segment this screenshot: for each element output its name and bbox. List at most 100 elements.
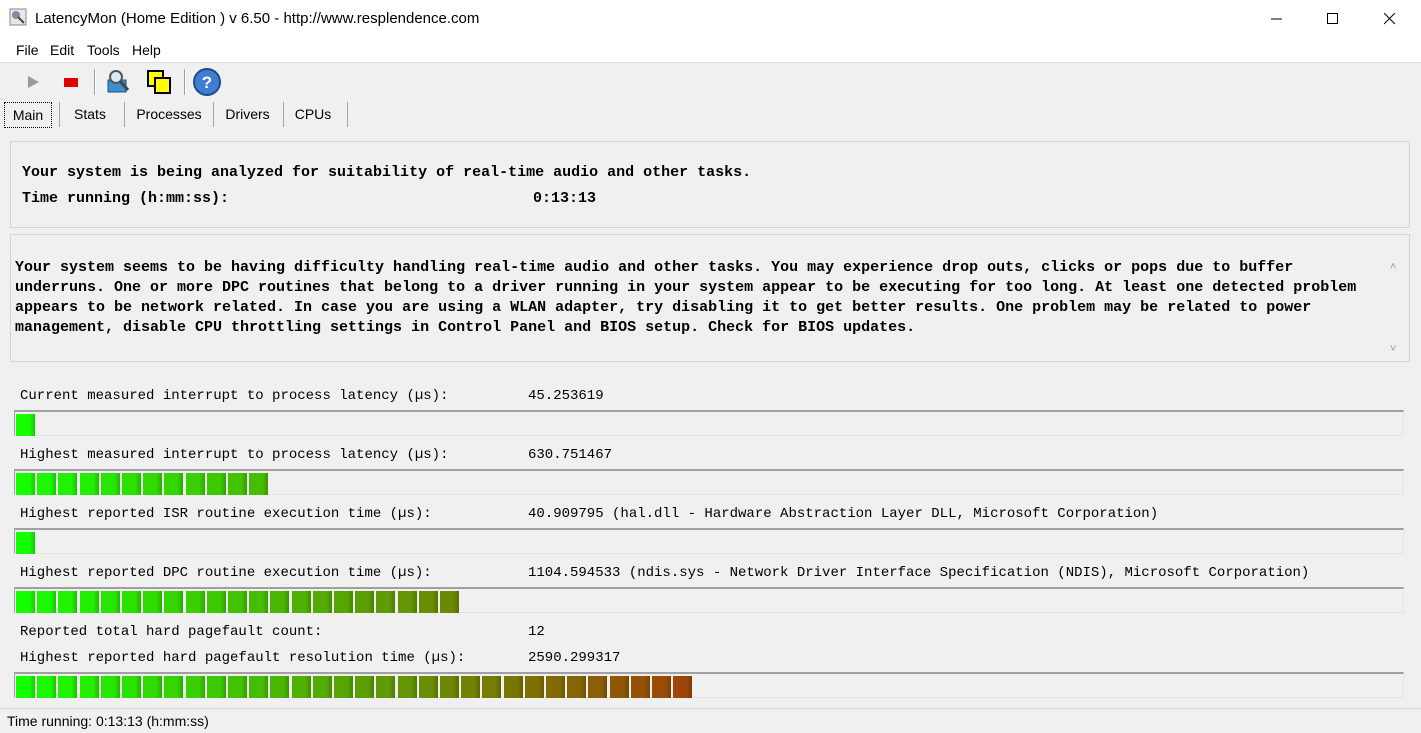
bar-segment (249, 676, 269, 698)
menu-bar: File Edit Tools Help (0, 37, 1421, 63)
bar-segment (228, 473, 247, 495)
window-title: LatencyMon (Home Edition ) v 6.50 - http… (35, 10, 480, 27)
bar-segment (397, 591, 417, 613)
help-icon: ? (193, 68, 221, 96)
start-button[interactable] (18, 67, 48, 97)
bar-segment (270, 676, 290, 698)
bar-segment (291, 591, 311, 613)
close-icon (1384, 12, 1396, 24)
app-icon[interactable] (9, 8, 27, 26)
pagefault-time-value: 2590.299317 (528, 650, 621, 666)
bar-segment (143, 591, 163, 613)
bar-segment (334, 591, 353, 613)
close-button[interactable] (1363, 0, 1417, 37)
menu-file[interactable]: File (16, 42, 39, 58)
bar-segment (588, 676, 608, 698)
bar-segment (440, 676, 459, 698)
bar-segment (37, 676, 57, 698)
bar-segment (16, 473, 35, 495)
bar-segment (609, 676, 629, 698)
bar-segment (122, 676, 141, 698)
latency-bar (14, 587, 1404, 613)
bar-segment (397, 676, 417, 698)
bar-segment (334, 676, 353, 698)
scroll-up-icon[interactable]: ˄ (1390, 261, 1396, 273)
bar-segment (249, 591, 269, 613)
latency-bar (14, 469, 1404, 495)
highest-latency-value: 630.751467 (528, 447, 613, 463)
bar-segment (461, 676, 481, 698)
driver-search-icon (107, 70, 130, 93)
bar-segment (122, 591, 141, 613)
play-icon (28, 76, 39, 88)
bar-segment (440, 591, 459, 613)
tab-separator (124, 102, 125, 127)
cpu-windows-icon (147, 70, 171, 94)
tab-stats[interactable]: Stats (66, 102, 114, 126)
bar-segment (482, 676, 502, 698)
toolbar-separator (94, 69, 96, 95)
menu-tools[interactable]: Tools (87, 42, 120, 58)
bar-segment (37, 473, 57, 495)
bar-segment (355, 676, 375, 698)
tab-strip: Main Stats Processes Drivers CPUs (0, 100, 1421, 130)
tab-drivers[interactable]: Drivers (219, 102, 276, 126)
bar-segment (164, 676, 184, 698)
bar-segment (143, 676, 163, 698)
latency-bar (14, 528, 1404, 554)
maximize-button[interactable] (1306, 0, 1360, 37)
minimize-icon (1271, 18, 1282, 19)
stop-button[interactable] (56, 67, 86, 97)
bar-segment (355, 591, 375, 613)
tab-separator (59, 102, 60, 127)
message-panel: Your system seems to be having difficult… (10, 234, 1410, 362)
cpu-windows-button[interactable] (144, 67, 174, 97)
bar-segment (418, 676, 438, 698)
bar-segment (16, 532, 35, 554)
driver-search-button[interactable] (103, 67, 133, 97)
isr-time-label: Highest reported ISR routine execution t… (20, 506, 432, 522)
menu-help[interactable]: Help (132, 42, 161, 58)
bar-segment (418, 591, 438, 613)
title-bar: LatencyMon (Home Edition ) v 6.50 - http… (0, 0, 1421, 37)
bar-segment (291, 676, 311, 698)
tab-main[interactable]: Main (4, 102, 52, 128)
bar-segment (206, 591, 226, 613)
bar-segment (58, 473, 78, 495)
bar-segment (143, 473, 163, 495)
bar-segment (376, 676, 396, 698)
menu-edit[interactable]: Edit (50, 42, 74, 58)
dpc-time-value: 1104.594533 (ndis.sys - Network Driver I… (528, 565, 1310, 581)
scroll-down-icon[interactable]: ˅ (1390, 343, 1396, 355)
svg-text:?: ? (202, 73, 212, 92)
bar-segment (100, 473, 120, 495)
pagefault-count-label: Reported total hard pagefault count: (20, 624, 323, 640)
bar-segment (100, 676, 120, 698)
bar-segment (673, 676, 693, 698)
bar-segment (228, 591, 247, 613)
minimize-button[interactable] (1250, 0, 1304, 37)
latency-bar (14, 672, 1404, 698)
bar-segment (376, 591, 396, 613)
bar-segment (58, 591, 78, 613)
bar-segment (164, 591, 184, 613)
bar-segment (546, 676, 565, 698)
dpc-time-label: Highest reported DPC routine execution t… (20, 565, 432, 581)
help-button[interactable]: ? (192, 67, 222, 97)
latency-bar (14, 410, 1404, 436)
tab-separator (213, 102, 214, 127)
bar-segment (206, 676, 226, 698)
bar-segment (16, 414, 35, 436)
bar-segment (58, 676, 78, 698)
bar-segment (185, 473, 205, 495)
current-latency-label: Current measured interrupt to process la… (20, 388, 449, 404)
bar-segment (206, 473, 226, 495)
bar-segment (122, 473, 141, 495)
toolbar: ? (0, 63, 1421, 101)
stop-icon (64, 78, 78, 87)
tab-processes[interactable]: Processes (131, 102, 207, 126)
bar-segment (37, 591, 57, 613)
maximize-icon (1327, 12, 1338, 24)
bar-segment (79, 676, 99, 698)
tab-cpus[interactable]: CPUs (289, 102, 337, 126)
